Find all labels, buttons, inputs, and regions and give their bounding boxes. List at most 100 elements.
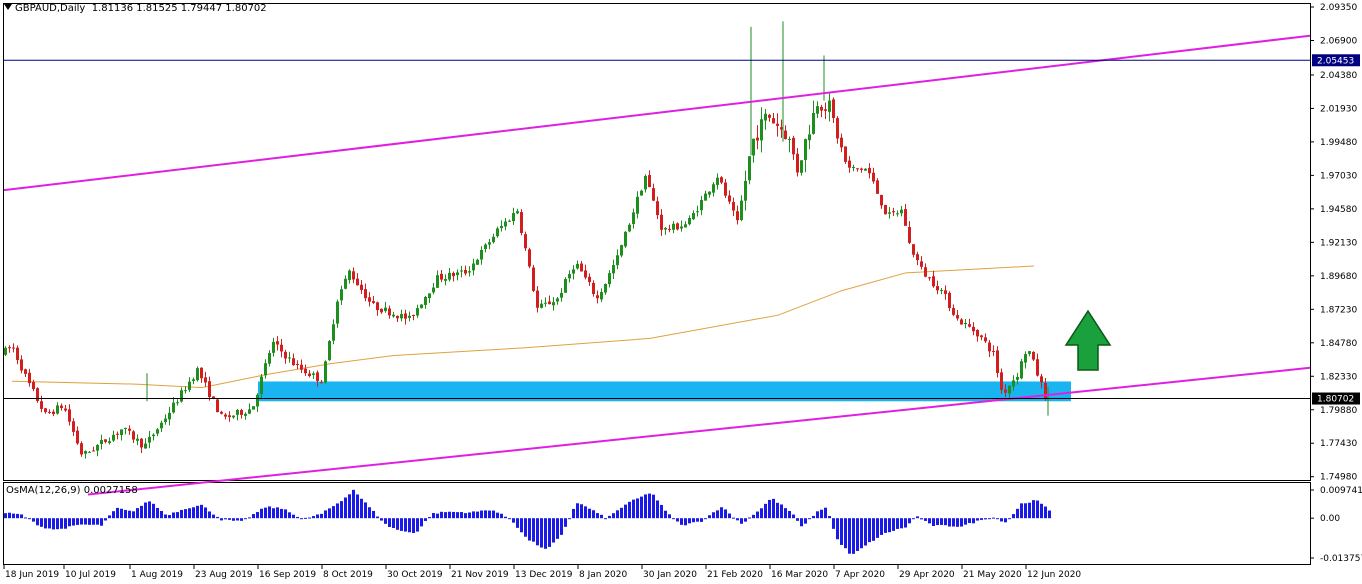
osma-bar: [680, 518, 683, 525]
candle-body: [548, 301, 551, 305]
candle-body: [160, 422, 163, 429]
candle-body: [392, 314, 395, 317]
candle-body: [112, 434, 115, 441]
time-tick-label: 13 Dec 2019: [515, 570, 573, 580]
candle-body: [508, 220, 511, 222]
price-tick-label: 1.77430: [1320, 439, 1357, 449]
osma-bar: [740, 518, 743, 524]
candle-body: [300, 364, 303, 370]
candle-body: [992, 350, 995, 352]
candle-body: [188, 381, 191, 390]
candle-body: [948, 292, 951, 309]
candle-body: [732, 202, 735, 211]
candle-body: [252, 406, 255, 410]
candle-body: [256, 394, 259, 407]
candle-body: [692, 213, 695, 220]
osma-bar: [360, 498, 363, 519]
upper-channel-line: [3, 34, 1311, 192]
candle-body: [68, 409, 71, 422]
candle-body: [496, 228, 499, 237]
candle-body: [564, 278, 567, 293]
osma-bar: [788, 510, 791, 519]
candle-body: [720, 177, 723, 183]
time-tick-label: 30 Jan 2020: [643, 570, 697, 580]
candle-body: [1036, 359, 1039, 376]
candle-body: [168, 412, 171, 420]
osma-bar: [868, 518, 871, 543]
osma-bar: [836, 518, 839, 540]
candle-body: [420, 304, 423, 309]
candle-body: [628, 224, 631, 232]
osma-bar: [1008, 518, 1011, 520]
candle-body: [228, 415, 231, 418]
candle-body: [872, 172, 875, 182]
osma-bar: [224, 518, 227, 520]
osma-bar: [692, 518, 695, 523]
osma-bar: [112, 511, 115, 519]
osma-bar: [908, 518, 911, 524]
time-tick-label: 1 Aug 2019: [131, 570, 183, 580]
candle-body: [984, 337, 987, 342]
candle-body: [380, 308, 383, 313]
candle-body: [892, 211, 895, 213]
candle-body: [740, 200, 743, 220]
time-tick-label: 8 Oct 2019: [323, 570, 373, 580]
osma-bar: [268, 506, 271, 519]
osma-bar: [816, 511, 819, 519]
candle-body: [736, 211, 739, 221]
candle-body: [468, 271, 471, 273]
osma-bar: [736, 518, 739, 521]
osma-bar: [164, 514, 167, 519]
candle-body: [584, 270, 587, 278]
candle-body: [848, 160, 851, 168]
osma-bar: [820, 509, 823, 519]
candle-body: [132, 431, 135, 440]
osma-bar: [316, 514, 319, 519]
osma-bar: [260, 508, 263, 519]
osma-bar: [116, 507, 119, 519]
candle-body: [744, 180, 747, 201]
candle-body: [640, 190, 643, 196]
candle-body: [332, 324, 335, 341]
osma-bar: [1040, 503, 1043, 519]
osma-bar: [728, 513, 731, 519]
osma-bar: [1032, 500, 1035, 519]
osma-bar: [852, 518, 855, 554]
osma-bar: [800, 518, 803, 527]
osma-bar: [676, 518, 679, 522]
osma-bar: [688, 518, 691, 524]
candle-body: [172, 402, 175, 413]
candle-body: [276, 341, 279, 345]
candle-body: [48, 411, 51, 413]
price-chart[interactable]: 2.09350 2.06900 2.04380 2.01930 1.99480 1.970…: [0, 0, 1362, 584]
candle-body: [60, 405, 63, 409]
candle-body: [904, 209, 907, 226]
osma-bar: [944, 518, 947, 526]
candle-body: [552, 302, 555, 306]
osma-bar: [916, 516, 919, 519]
osma-bar: [344, 497, 347, 519]
candle-body: [524, 234, 527, 249]
candle-body: [600, 292, 603, 300]
osma-bar: [744, 518, 747, 522]
osma-bar: [632, 499, 635, 519]
candle-body: [320, 382, 323, 384]
osma-bar: [460, 512, 463, 519]
candle-body: [180, 390, 183, 402]
osma-bar: [524, 518, 527, 537]
osma-bar: [412, 518, 415, 534]
candle-body: [576, 263, 579, 269]
candle-body: [808, 134, 811, 141]
candle-body: [40, 401, 43, 409]
candle-body: [512, 213, 515, 222]
osma-bar: [236, 518, 239, 521]
price-tick-label: 2.01930: [1320, 104, 1357, 114]
candle-body: [528, 249, 531, 267]
candle-body: [696, 211, 699, 213]
osma-bar: [468, 512, 471, 519]
osma-bar: [516, 518, 519, 528]
osma-bar: [24, 517, 27, 519]
osma-bar: [204, 507, 207, 519]
candle-body: [792, 137, 795, 155]
osma-bar: [652, 494, 655, 519]
